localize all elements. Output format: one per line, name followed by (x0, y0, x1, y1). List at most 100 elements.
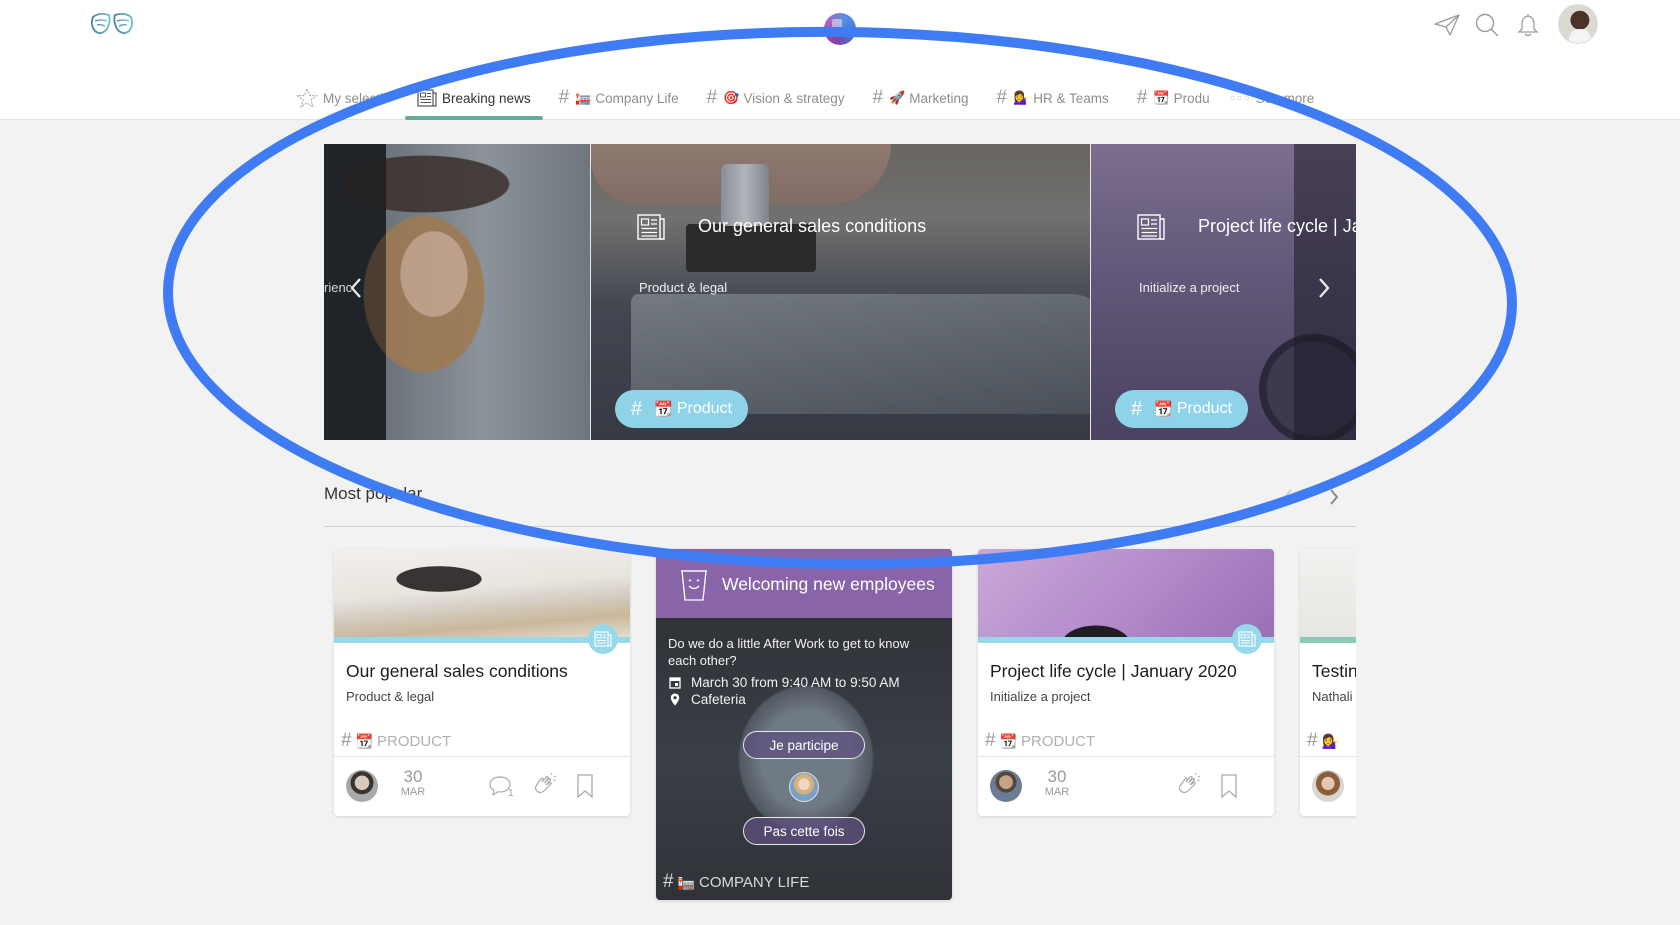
most-popular-cards: Our general sales conditions Product & l… (324, 540, 1356, 925)
chevron-left-icon (350, 278, 361, 298)
post-office-icon: 🏣 (677, 873, 696, 890)
star-icon (296, 88, 318, 108)
attend-button[interactable]: Je participe (743, 731, 865, 759)
article-card[interactable]: Testin Nathali # 💁‍♀️ (1300, 549, 1356, 816)
tab-see-more[interactable]: ○○○ See more (1230, 86, 1315, 110)
hash-icon: # (1307, 730, 1318, 751)
card-date: 30 MAR (398, 767, 428, 799)
card-title[interactable]: Testin (1312, 661, 1356, 682)
tab-vision-strategy[interactable]: # 🎯 Vision & strategy (707, 86, 845, 110)
tab-breaking-news[interactable]: Breaking news (405, 86, 543, 120)
tab-label: Produ (1173, 90, 1210, 106)
event-tag[interactable]: # 🏣 COMPANY LIFE (663, 871, 809, 893)
card-title[interactable]: Our general sales conditions (346, 661, 568, 682)
event-datetime: March 30 from 9:40 AM to 9:50 AM (668, 675, 900, 690)
event-title[interactable]: Welcoming new employees (722, 574, 935, 595)
event-description: Do we do a little After Work to get to k… (668, 636, 910, 668)
most-popular-prev-button[interactable] (1278, 485, 1298, 509)
date-month: MAR (1044, 786, 1070, 798)
carousel-slide[interactable]: Our general sales conditions Product & l… (590, 144, 1090, 440)
newspaper-icon (637, 214, 665, 240)
clapping-hands-icon (534, 772, 557, 794)
tab-hr-teams[interactable]: # 💁‍♀️ HR & Teams (997, 86, 1109, 110)
decline-button[interactable]: Pas cette fois (743, 817, 865, 845)
newspaper-icon (588, 624, 618, 654)
workspace-avatar[interactable] (824, 13, 856, 45)
calendar-icon (668, 676, 682, 689)
slide-title: Project life cycle | Ja (1198, 216, 1356, 236)
calendar-icon: 📆 (654, 401, 673, 418)
event-where: Cafeteria (691, 692, 746, 707)
bookmark-icon (577, 774, 593, 799)
smiling-cup-icon (680, 568, 708, 602)
tab-label: See more (1255, 90, 1315, 106)
section-title-most-popular: Most popular (324, 484, 423, 503)
tab-label: Company Life (595, 90, 679, 106)
author-avatar[interactable] (990, 770, 1022, 802)
tag-label: PRODUCT (1021, 732, 1096, 750)
article-card[interactable]: Project life cycle | January 2020 Initia… (978, 549, 1274, 816)
card-tag[interactable]: # 📆 PRODUCT (985, 730, 1095, 752)
bookmark-button[interactable] (1214, 771, 1244, 801)
tab-my-selection[interactable]: My selecti (296, 86, 383, 110)
date-day: 30 (403, 767, 423, 786)
most-popular-nav (1278, 485, 1339, 509)
top-header: My selecti Breaking news # 🏣 Company Lif… (0, 0, 1680, 120)
bookmark-button[interactable] (570, 771, 600, 801)
author-avatar[interactable] (346, 770, 378, 802)
tab-label: Breaking news (442, 90, 531, 106)
tab-label: Marketing (909, 90, 969, 106)
person-tipping-hand-icon: 💁‍♀️ (1013, 90, 1030, 105)
chevron-left-icon (1283, 489, 1292, 505)
hash-icon: # (663, 871, 674, 892)
carousel-prev-button[interactable] (346, 275, 366, 301)
hash-icon: # (872, 87, 884, 108)
card-date: 30 MAR (1042, 767, 1072, 799)
card-image (978, 549, 1274, 637)
comment-count: 1 (508, 788, 514, 799)
card-title[interactable]: Project life cycle | January 2020 (990, 661, 1237, 682)
article-card[interactable]: Our general sales conditions Product & l… (334, 549, 630, 816)
tab-marketing[interactable]: # 🚀 Marketing (872, 86, 968, 110)
date-month: MAR (400, 786, 426, 798)
chevron-right-icon (1330, 489, 1339, 505)
slide-subtitle: Initialize a project (1139, 280, 1240, 295)
tab-product[interactable]: # 📆 Produ (1137, 86, 1210, 110)
card-accent-bar (334, 637, 630, 643)
hash-icon: # (631, 397, 643, 420)
hash-icon: # (558, 87, 570, 108)
tab-label: HR & Teams (1033, 90, 1109, 106)
most-popular-next-button[interactable] (1324, 485, 1344, 509)
wings-logo-icon[interactable] (89, 9, 135, 39)
clap-button[interactable] (529, 771, 559, 801)
tab-company-life[interactable]: # 🏣 Company Life (559, 86, 679, 110)
card-footer (1300, 757, 1356, 816)
hash-icon: # (1136, 87, 1148, 108)
target-icon: 🎯 (723, 90, 740, 105)
person-tipping-hand-icon: 💁‍♀️ (1321, 732, 1340, 749)
date-day: 30 (1047, 767, 1067, 786)
carousel-next-button[interactable] (1314, 275, 1334, 301)
search-icon[interactable] (1472, 10, 1502, 40)
card-subtitle: Initialize a project (990, 689, 1091, 704)
user-avatar[interactable] (1558, 4, 1598, 44)
participant-avatar[interactable] (789, 772, 819, 802)
card-tag[interactable]: # 💁‍♀️ (1307, 730, 1343, 752)
card-subtitle: Nathali (1312, 689, 1353, 704)
card-tag[interactable]: # 📆 PRODUCT (341, 730, 451, 752)
bell-icon[interactable] (1513, 10, 1543, 40)
comment-button[interactable]: 1 (486, 771, 516, 801)
card-subtitle: Product & legal (346, 689, 435, 704)
breaking-news-carousel: rienc Our general sales conditions Produ… (324, 144, 1356, 440)
slide-tag-product[interactable]: # 📆 Product (615, 390, 748, 428)
bookmark-icon (1221, 774, 1237, 799)
clap-button[interactable] (1173, 771, 1203, 801)
tag-label: Product (676, 400, 732, 417)
card-footer: 30 MAR 1 (334, 757, 630, 816)
calendar-icon: 📆 (1154, 401, 1173, 418)
author-avatar[interactable] (1312, 770, 1344, 802)
event-card[interactable]: Welcoming new employees Do we do a littl… (656, 549, 952, 900)
slide-tag-product[interactable]: # 📆 Product (1115, 390, 1248, 428)
send-icon[interactable] (1432, 10, 1462, 40)
event-header: Welcoming new employees (656, 549, 952, 618)
